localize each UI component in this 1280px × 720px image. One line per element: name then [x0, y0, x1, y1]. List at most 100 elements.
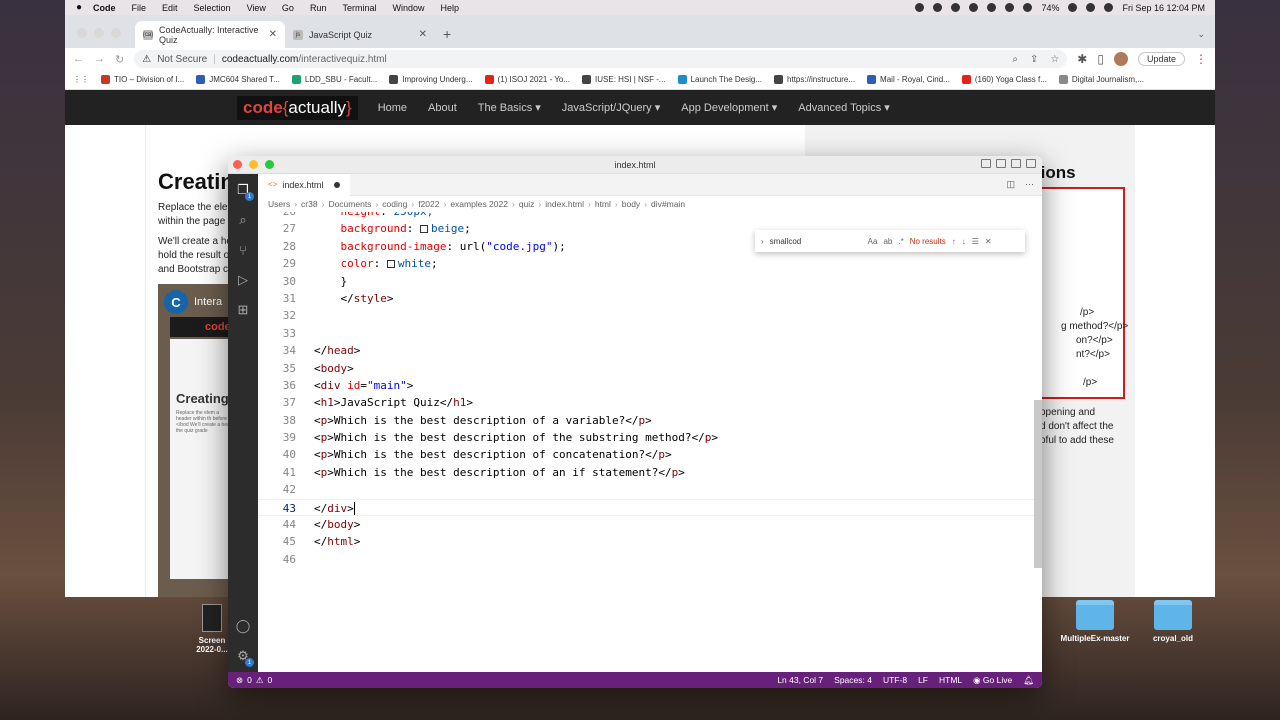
- find-in-selection-icon[interactable]: ☰: [972, 237, 979, 246]
- profile-avatar[interactable]: [1113, 52, 1128, 66]
- bookmark-item[interactable]: https://instructure...: [774, 75, 855, 84]
- extensions-icon[interactable]: ⊞: [235, 302, 251, 318]
- bookmark-item[interactable]: (160) Yoga Class f...: [961, 75, 1047, 84]
- bookmark-item[interactable]: IUSE: HSI | NSF -...: [582, 75, 666, 84]
- bookmark-item[interactable]: Digital Journalism,...: [1058, 75, 1144, 84]
- code-line[interactable]: 43 </div>: [258, 498, 1034, 517]
- apps-grid-icon[interactable]: ⋮⋮: [73, 75, 89, 84]
- menu-help[interactable]: Help: [440, 3, 459, 13]
- code-line[interactable]: 30 }: [258, 273, 1034, 290]
- close-find-icon[interactable]: ✕: [985, 237, 992, 246]
- editor-tab-index-html[interactable]: <> index.html: [258, 173, 351, 196]
- breadcrumb-item[interactable]: f2022: [418, 199, 439, 209]
- explorer-icon[interactable]: ❐ 1: [235, 182, 254, 201]
- close-window-button[interactable]: [77, 28, 87, 38]
- code-editor[interactable]: 26 height: 250px; 27 background: beige; 28…: [258, 212, 1034, 672]
- breadcrumb-item[interactable]: quiz: [519, 199, 535, 209]
- channel-avatar[interactable]: C: [164, 290, 188, 314]
- menu-selection[interactable]: Selection: [194, 3, 231, 13]
- code-line[interactable]: 34 </head>: [258, 342, 1034, 359]
- more-actions-icon[interactable]: ⋯: [1025, 179, 1034, 190]
- video-title[interactable]: Intera: [194, 296, 222, 308]
- moon-icon[interactable]: [1005, 3, 1015, 12]
- search-icon[interactable]: ⌕: [235, 212, 251, 228]
- code-line[interactable]: 46: [258, 551, 1034, 568]
- bookmark-item[interactable]: Launch The Desig...: [677, 75, 762, 84]
- site-logo[interactable]: code{actually}: [237, 95, 358, 120]
- record-icon[interactable]: [915, 3, 925, 12]
- close-tab-icon[interactable]: ✕: [419, 29, 427, 40]
- breadcrumb-item[interactable]: html: [595, 199, 611, 209]
- breadcrumb-item[interactable]: index.html: [545, 199, 584, 209]
- zoom-window-button[interactable]: [111, 28, 121, 38]
- menu-view[interactable]: View: [247, 3, 266, 13]
- browser-tab-codeactually[interactable]: (ca) CodeActually: Interactive Quiz ✕: [135, 21, 285, 48]
- code-line[interactable]: 40 <p>Which is the best description of co…: [258, 446, 1034, 463]
- previous-match-arrow-icon[interactable]: ↑: [952, 237, 956, 246]
- nav-home[interactable]: Home: [378, 102, 407, 114]
- forward-arrow-icon[interactable]: →: [94, 53, 105, 65]
- code-line[interactable]: 33: [258, 325, 1034, 342]
- bookmark-item[interactable]: (1) ISOJ 2021 - Yo...: [484, 75, 570, 84]
- split-editor-icon[interactable]: ◫: [1006, 179, 1015, 190]
- breadcrumb-item[interactable]: Documents: [328, 199, 371, 209]
- share-icon[interactable]: ⇪: [1030, 54, 1038, 65]
- screenshot-icon[interactable]: [933, 3, 943, 12]
- menu-run[interactable]: Run: [310, 3, 327, 13]
- breadcrumb-item[interactable]: examples 2022: [450, 199, 508, 209]
- minimize-window-button[interactable]: [94, 28, 104, 38]
- match-word-toggle[interactable]: ab: [883, 237, 892, 246]
- menu-terminal[interactable]: Terminal: [342, 3, 376, 13]
- back-arrow-icon[interactable]: ←: [73, 53, 84, 65]
- nav-the-basics[interactable]: The Basics ▾: [478, 101, 541, 114]
- menu-go[interactable]: Go: [282, 3, 294, 13]
- code-line[interactable]: 32: [258, 307, 1034, 324]
- problems-indicator[interactable]: ⊗ 0 ⚠ 0: [236, 675, 272, 686]
- code-line[interactable]: 45 </html>: [258, 533, 1034, 550]
- extensions-icon[interactable]: ✱: [1077, 52, 1087, 66]
- bookmark-item[interactable]: JMC604 Shared T...: [196, 75, 280, 84]
- code-line[interactable]: 31 </style>: [258, 290, 1034, 307]
- code-line[interactable]: 41 <p>Which is the best description of an…: [258, 464, 1034, 481]
- code-line[interactable]: 29 color: white;: [258, 255, 1034, 272]
- code-line[interactable]: 37 <h1>JavaScript Quiz</h1>: [258, 394, 1034, 411]
- indentation[interactable]: Spaces: 4: [834, 675, 872, 686]
- creative-cloud-icon[interactable]: [969, 3, 979, 12]
- cursor-position[interactable]: Ln 43, Col 7: [777, 675, 823, 686]
- desktop-icon-croyal-old[interactable]: croyal_old: [1140, 600, 1206, 643]
- run-debug-icon[interactable]: ▷: [235, 272, 251, 288]
- code-line[interactable]: 42: [258, 481, 1034, 498]
- nav-app-development[interactable]: App Development ▾: [681, 101, 777, 114]
- nav-about[interactable]: About: [428, 102, 457, 114]
- color-swatch[interactable]: [386, 260, 395, 269]
- language-mode[interactable]: HTML: [939, 675, 962, 686]
- editor-scrollbar[interactable]: [1034, 400, 1042, 568]
- bluetooth-icon[interactable]: [1023, 3, 1033, 12]
- menu-file[interactable]: File: [132, 3, 147, 13]
- wifi-icon[interactable]: [1068, 3, 1078, 12]
- file-encoding[interactable]: UTF-8: [883, 675, 907, 686]
- bookmark-item[interactable]: TIO – Division of I...: [101, 75, 184, 84]
- more-menu-icon[interactable]: ⋮: [1195, 52, 1207, 66]
- close-tab-icon[interactable]: ✕: [269, 29, 277, 40]
- toggle-replace-chevron-icon[interactable]: ›: [761, 237, 764, 246]
- breadcrumb-item[interactable]: coding: [382, 199, 407, 209]
- menubar-clock[interactable]: Fri Sep 16 12:04 PM: [1122, 3, 1205, 13]
- notifications-bell-icon[interactable]: 🔔︎: [1023, 675, 1034, 686]
- toggle-secondary-sidebar-icon[interactable]: [1011, 159, 1021, 168]
- zoom-icon[interactable]: ⌕: [1012, 54, 1018, 65]
- bookmark-item[interactable]: Mail - Royal, Cind...: [867, 75, 950, 84]
- menu-edit[interactable]: Edit: [162, 3, 178, 13]
- toggle-sidebar-icon[interactable]: [981, 159, 991, 168]
- play-icon[interactable]: [987, 3, 997, 12]
- settings-gear-icon[interactable]: ⚙ 1: [235, 648, 254, 667]
- go-live-button[interactable]: ◉ Go Live: [973, 675, 1012, 686]
- find-input[interactable]: smallcod: [770, 237, 862, 246]
- breadcrumb-item[interactable]: div#main: [651, 199, 685, 209]
- desktop-icon-multipleex-master[interactable]: MultipleEx-master: [1056, 600, 1134, 643]
- regex-toggle[interactable]: .*: [898, 237, 903, 246]
- bookmark-star-icon[interactable]: ☆: [1050, 54, 1059, 65]
- nav-advanced-topics[interactable]: Advanced Topics ▾: [798, 101, 890, 114]
- color-swatch[interactable]: [419, 225, 428, 234]
- dropbox-icon[interactable]: [951, 3, 961, 12]
